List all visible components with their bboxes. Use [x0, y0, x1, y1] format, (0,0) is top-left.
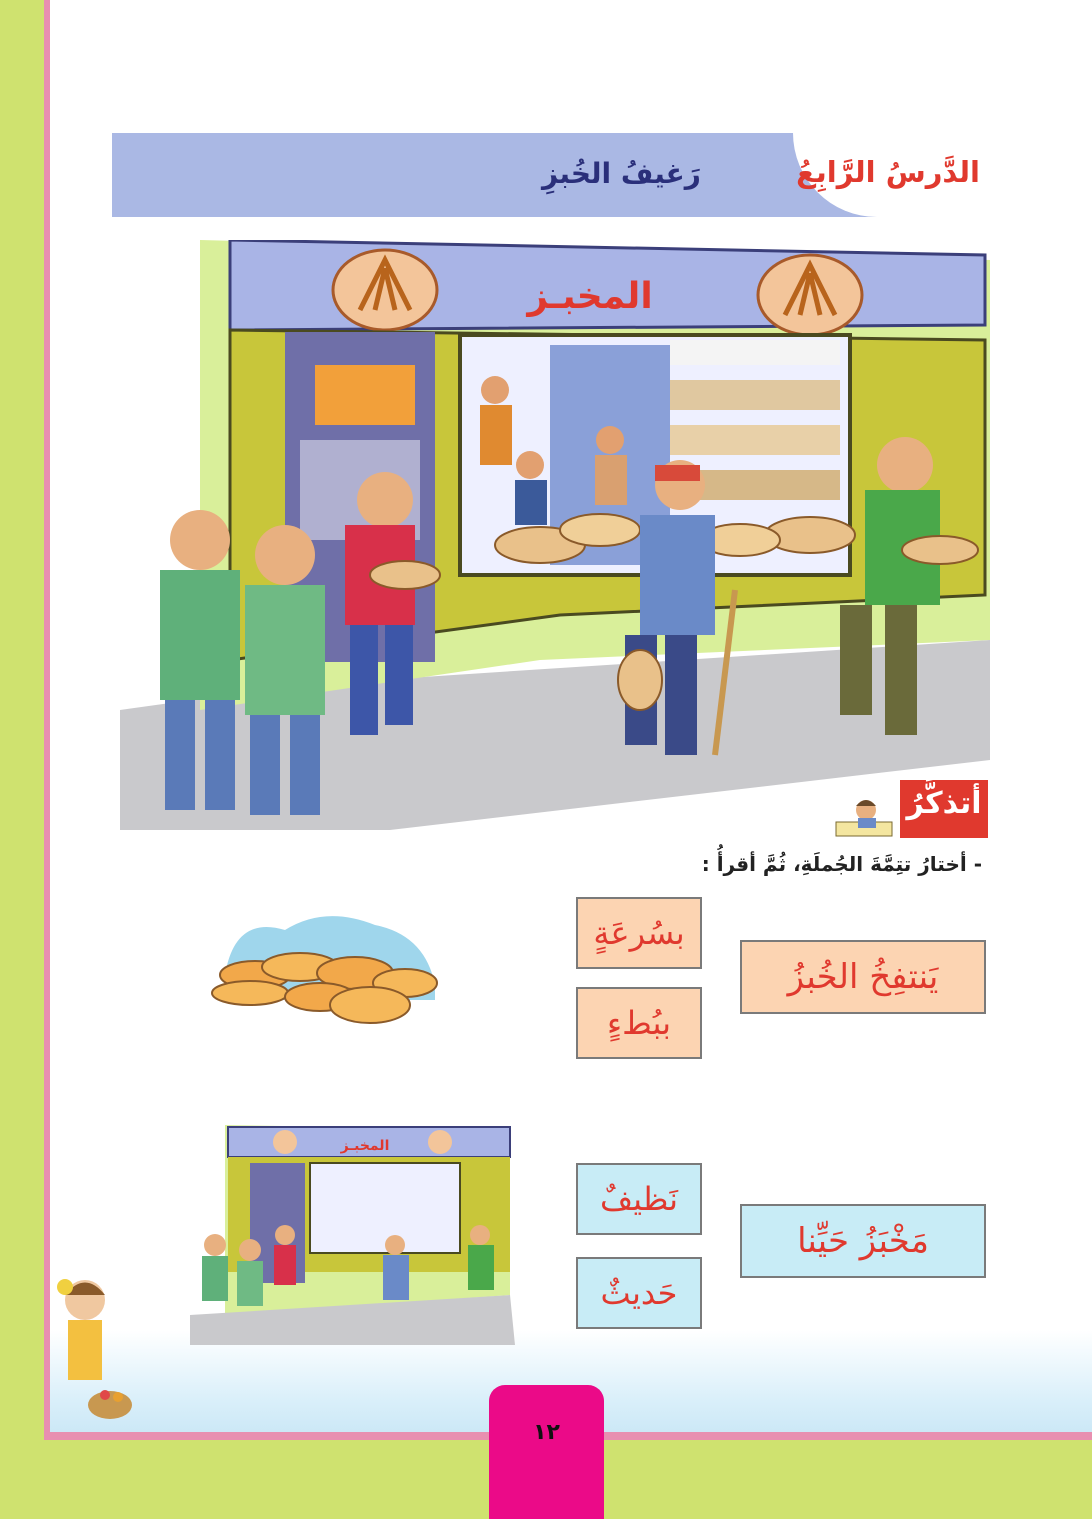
girl-decoration [57, 1279, 132, 1419]
page-number: ١٢ [533, 1420, 560, 1445]
option-box[interactable]: ببُطءٍ [576, 987, 702, 1059]
exercise-instruction: - أختارُ تتِمَّةَ الجُملَةِ، ثُمَّ أقرأُ… [701, 852, 982, 876]
bread-pile-illustration [211, 916, 438, 1024]
page-frame-left-stripe [44, 0, 50, 1440]
remember-label: أتذكَّرُ [906, 786, 982, 821]
lesson-number: الدَّرسُ الرَّابِعُ [796, 155, 980, 189]
option-box[interactable]: حَديثٌ [576, 1257, 702, 1329]
mini-shop-sign-text: المخبـز [340, 1138, 390, 1154]
lesson-title: رَغيفُ الخُبزِ [542, 157, 701, 190]
option-box[interactable]: نَظيفٌ [576, 1163, 702, 1235]
lesson-number-tab: الدَّرسُ الرَّابِعُ [793, 133, 988, 217]
sentence-box: مَخْبَزُ حَيِّنا [740, 1204, 986, 1278]
page-number-tab [489, 1385, 604, 1519]
thinking-child-icon [835, 800, 893, 837]
sentence-box: يَنتفِخُ الخُبزُ [740, 940, 986, 1014]
page-frame-left [0, 0, 44, 1519]
option-box[interactable]: بسُرعَةٍ [576, 897, 702, 969]
lesson-header: الدَّرسُ الرَّابِعُ رَغيفُ الخُبزِ [112, 133, 988, 217]
shop-sign-text: المخبـز [525, 276, 652, 317]
bakery-illustration: المخبـز [120, 240, 990, 830]
bakery-mini-illustration: المخبـز [190, 1125, 515, 1345]
